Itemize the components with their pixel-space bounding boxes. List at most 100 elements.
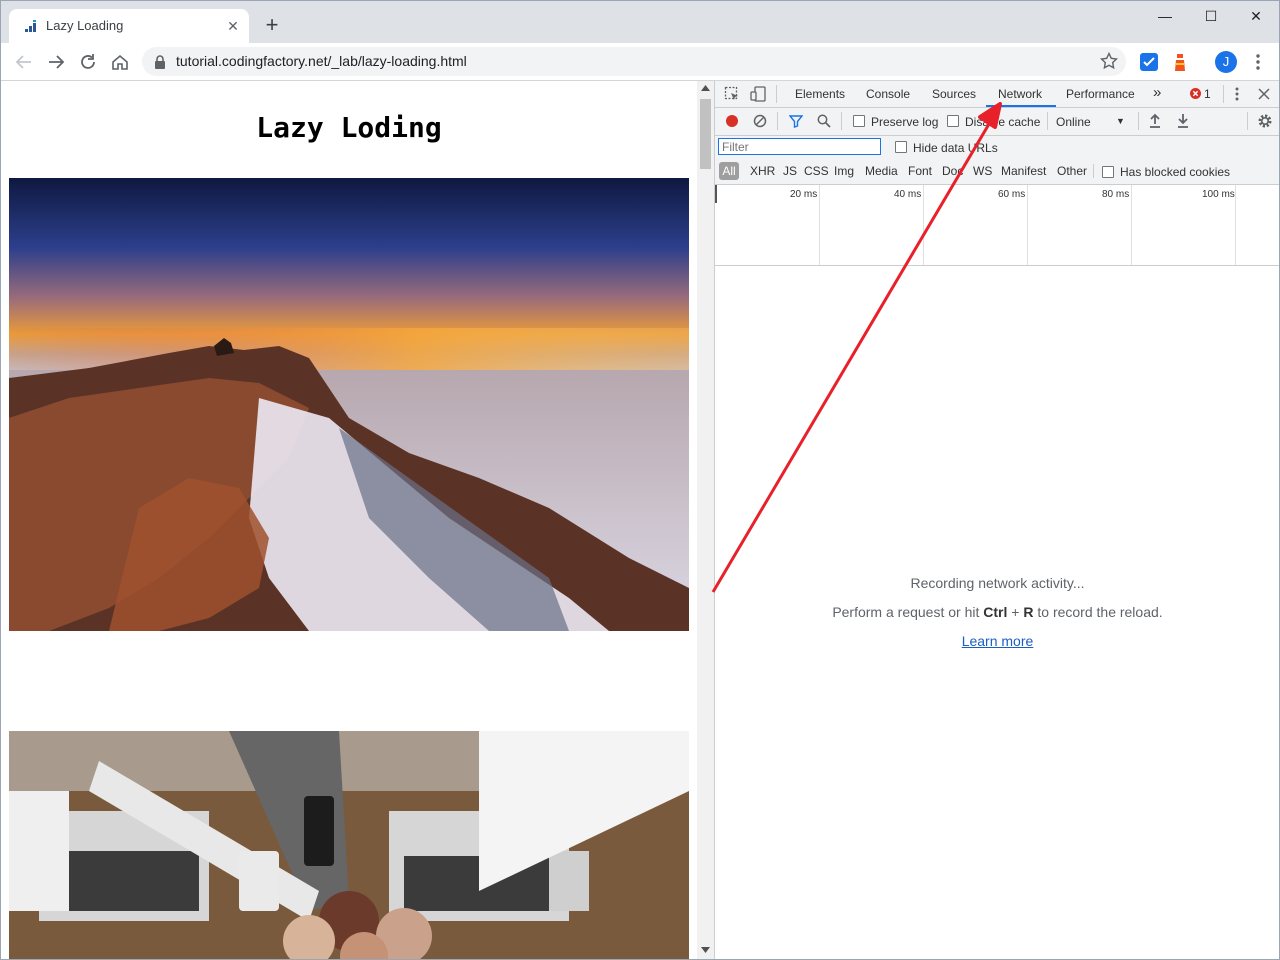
type-filter-manifest[interactable]: Manifest	[1001, 164, 1046, 178]
bookmark-star-icon[interactable]	[1100, 52, 1118, 70]
extension-check-icon[interactable]	[1140, 53, 1158, 71]
tab-elements[interactable]: Elements	[795, 87, 845, 101]
filter-input[interactable]	[718, 138, 881, 155]
type-filter-font[interactable]: Font	[908, 164, 932, 178]
tab-title: Lazy Loading	[46, 18, 124, 33]
type-filter-xhr[interactable]: XHR	[750, 164, 775, 178]
toolbar-divider	[1138, 112, 1139, 130]
address-bar[interactable]: tutorial.codingfactory.net/_lab/lazy-loa…	[142, 47, 1126, 76]
network-overview-timeline[interactable]: 20 ms 40 ms 60 ms 80 ms 100 ms	[715, 185, 1279, 266]
browser-window: Lazy Loading ✕ + — ☐ ✕ tutorial.codingfa…	[0, 0, 1280, 960]
timeline-tick	[1131, 185, 1132, 265]
r-key: R	[1023, 604, 1034, 620]
tab-console[interactable]: Console	[866, 87, 910, 101]
timeline-tick-label: 80 ms	[1102, 189, 1130, 200]
page-scrollbar[interactable]	[697, 81, 714, 959]
disable-cache-checkbox[interactable]	[947, 115, 959, 127]
error-icon[interactable]	[1190, 88, 1201, 99]
more-tabs-icon[interactable]: »	[1153, 84, 1161, 101]
scroll-down-icon[interactable]	[701, 947, 710, 953]
learn-more-link[interactable]: Learn more	[962, 633, 1034, 649]
recording-status-text: Recording network activity...	[910, 575, 1085, 591]
type-filter-css[interactable]: CSS	[804, 164, 829, 178]
type-filter-other[interactable]: Other	[1057, 164, 1087, 178]
error-count[interactable]: 1	[1204, 87, 1211, 101]
filter-icon[interactable]	[789, 114, 803, 128]
inspect-element-icon[interactable]	[724, 86, 740, 102]
throttling-select[interactable]: Online	[1056, 115, 1091, 129]
type-filter-js[interactable]: JS	[783, 164, 797, 178]
page-content: Lazy Loding	[1, 81, 697, 959]
tab-strip: Lazy Loading ✕ + — ☐ ✕	[1, 1, 1279, 43]
type-filter-all[interactable]: All	[719, 162, 739, 180]
key-plus: +	[1007, 604, 1024, 620]
tab-performance[interactable]: Performance	[1066, 87, 1135, 101]
export-har-icon[interactable]	[1176, 113, 1190, 129]
preserve-log-label: Preserve log	[871, 115, 939, 129]
timeline-tick-label: 60 ms	[998, 189, 1026, 200]
maximize-button[interactable]: ☐	[1188, 1, 1234, 31]
reload-icon[interactable]	[77, 51, 99, 73]
timeline-tick	[923, 185, 924, 265]
tab-close-icon[interactable]: ✕	[223, 16, 243, 36]
network-toolbar: Preserve log Disable cache Online ▼	[715, 108, 1279, 136]
toolbar-divider	[776, 85, 777, 103]
toolbar-divider	[1223, 85, 1224, 103]
network-empty-state: Recording network activity... Perform a …	[715, 575, 1279, 649]
disable-cache-label: Disable cache	[965, 115, 1041, 129]
type-filter-img[interactable]: Img	[834, 164, 854, 178]
type-filter-ws[interactable]: WS	[973, 164, 992, 178]
record-icon[interactable]	[725, 114, 739, 128]
tab-sources[interactable]: Sources	[932, 87, 976, 101]
seascape-sunset-rocks-image	[9, 178, 689, 631]
ctrl-key: Ctrl	[983, 604, 1008, 620]
type-filter-media[interactable]: Media	[865, 164, 898, 178]
new-tab-button[interactable]: +	[261, 14, 283, 37]
active-tab-indicator	[986, 105, 1056, 107]
reload-hint-suffix: to record the reload.	[1033, 604, 1163, 620]
forward-arrow-icon[interactable]	[45, 51, 67, 73]
hide-data-urls-checkbox[interactable]	[895, 141, 907, 153]
has-blocked-cookies-checkbox[interactable]	[1102, 166, 1114, 178]
url-text[interactable]: tutorial.codingfactory.net/_lab/lazy-loa…	[176, 53, 467, 69]
has-blocked-cookies-label: Has blocked cookies	[1120, 165, 1231, 179]
device-toolbar-icon[interactable]	[750, 86, 766, 102]
browser-toolbar: tutorial.codingfactory.net/_lab/lazy-loa…	[1, 43, 1279, 81]
team-fist-bump-laptops-image	[9, 731, 689, 959]
scroll-up-icon[interactable]	[701, 85, 710, 91]
devtools-menu-icon[interactable]	[1233, 86, 1241, 102]
devtools-panel: Elements Console Sources Network Perform…	[714, 81, 1279, 959]
preserve-log-checkbox[interactable]	[853, 115, 865, 127]
toolbar-divider	[1047, 112, 1048, 130]
search-icon[interactable]	[817, 114, 831, 128]
lock-icon[interactable]	[154, 55, 166, 69]
timeline-tick-label: 40 ms	[894, 189, 922, 200]
toolbar-divider	[1093, 164, 1094, 178]
reload-hint-text: Perform a request or hit Ctrl + R to rec…	[715, 604, 1279, 620]
toolbar-divider	[841, 112, 842, 130]
back-arrow-icon[interactable]	[13, 51, 35, 73]
timeline-tick	[1027, 185, 1028, 265]
throttling-dropdown-icon[interactable]: ▼	[1116, 116, 1125, 126]
timeline-tick-label: 100 ms	[1202, 189, 1235, 200]
tab-network[interactable]: Network	[998, 87, 1042, 101]
type-filter-doc[interactable]: Doc	[942, 164, 963, 178]
clear-icon[interactable]	[753, 114, 767, 128]
timeline-cursor	[715, 185, 717, 203]
scrollbar-thumb[interactable]	[700, 99, 711, 169]
profile-avatar[interactable]: J	[1215, 51, 1237, 73]
import-har-icon[interactable]	[1148, 113, 1162, 129]
site-favicon-icon	[25, 20, 36, 32]
hide-data-urls-label: Hide data URLs	[913, 141, 998, 155]
settings-gear-icon[interactable]	[1257, 113, 1273, 129]
page-title: Lazy Loding	[256, 111, 442, 144]
chrome-menu-icon[interactable]	[1252, 52, 1264, 72]
minimize-button[interactable]: —	[1142, 1, 1188, 31]
close-devtools-icon[interactable]	[1258, 88, 1270, 100]
reload-hint-prefix: Perform a request or hit	[832, 604, 984, 620]
browser-tab[interactable]: Lazy Loading ✕	[9, 9, 249, 43]
timeline-tick-label: 20 ms	[790, 189, 818, 200]
close-window-button[interactable]: ✕	[1233, 1, 1279, 31]
home-icon[interactable]	[109, 51, 131, 73]
extension-lighthouse-icon[interactable]	[1173, 52, 1187, 72]
